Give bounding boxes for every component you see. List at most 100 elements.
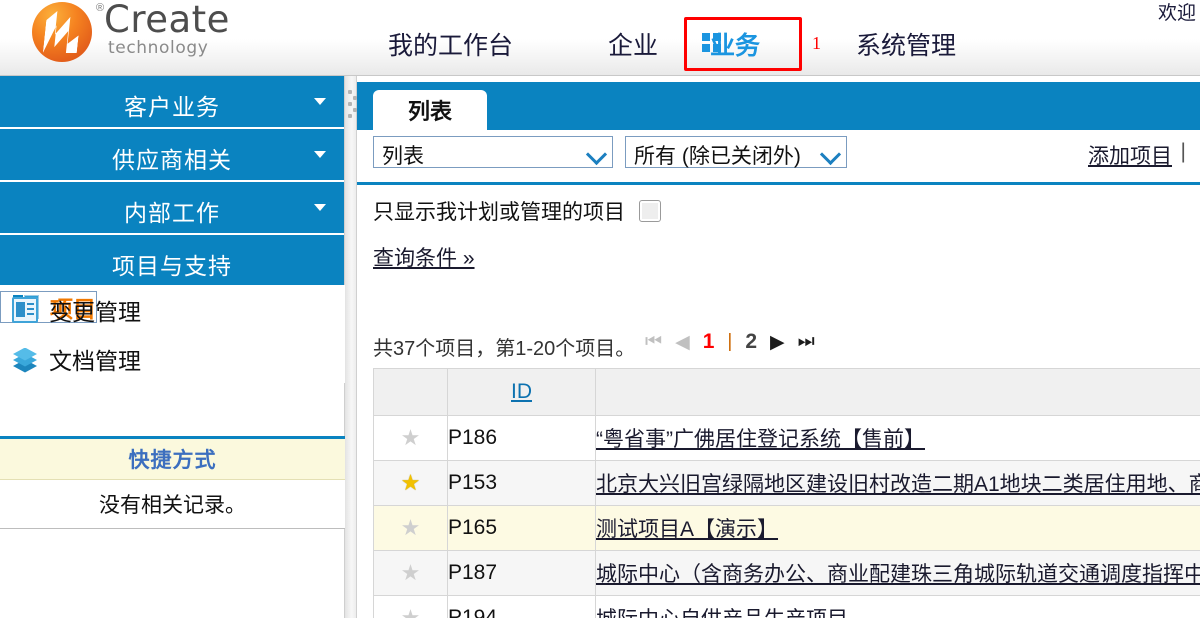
chevron-down-icon bbox=[314, 151, 326, 158]
document-management-icon bbox=[12, 346, 38, 373]
status-select[interactable]: 所有 (除已关闭外) bbox=[625, 136, 847, 168]
sidebar-item-document-management[interactable]: 文档管理 bbox=[0, 334, 345, 383]
star-icon[interactable]: ★ bbox=[401, 561, 421, 584]
my-projects-checkbox-label: 只显示我计划或管理的项目 bbox=[373, 201, 625, 224]
favorite-cell[interactable]: ★ bbox=[373, 460, 448, 506]
item-count-text: 共37个项目，第1-20个项目。 bbox=[373, 338, 636, 360]
shortcut-panel-title: 快捷方式 bbox=[128, 449, 217, 472]
sidebar-group-label: 项目与支持 bbox=[112, 253, 232, 279]
project-name-link[interactable]: 城际中心自供产品生产项目 bbox=[597, 608, 849, 618]
next-page-icon[interactable]: ▶ bbox=[770, 331, 785, 354]
favorite-cell[interactable]: ★ bbox=[373, 550, 448, 596]
shortcut-panel: 快捷方式 没有相关记录。 bbox=[0, 436, 345, 529]
cell-name[interactable]: 测试项目A【演示】 bbox=[595, 505, 1200, 551]
star-icon[interactable]: ★ bbox=[401, 516, 421, 539]
table-row[interactable]: ★ P165 测试项目A【演示】 bbox=[373, 505, 1200, 551]
sidebar-group-label: 客户业务 bbox=[124, 94, 220, 120]
annotation-number-1: 1 bbox=[812, 33, 821, 53]
star-icon[interactable]: ★ bbox=[401, 471, 421, 494]
pager-separator: | bbox=[727, 331, 733, 352]
left-sidebar: 客户业务 供应商相关 内部工作 项目与支持 项目 变更管理 文档管理 快捷方式 … bbox=[0, 76, 345, 618]
registered-trademark-icon: ® bbox=[96, 2, 105, 14]
sidebar-group-label: 供应商相关 bbox=[112, 147, 232, 173]
top-header-bar: ® Create technology 我的工作台 企业 业务 系统管理 欢迎 bbox=[0, 0, 1200, 76]
shortcut-empty-message: 没有相关记录。 bbox=[99, 494, 246, 517]
cell-name[interactable]: 城际中心自供产品生产项目 bbox=[595, 595, 1200, 618]
chevron-down-icon bbox=[314, 98, 326, 105]
cell-id: P194 bbox=[447, 595, 596, 618]
main-content: 列表 列表 所有 (除已关闭外) 添加项目 | 只显示我计划或管理的项目 查询条… bbox=[357, 76, 1200, 618]
project-name-link[interactable]: 测试项目A【演示】 bbox=[597, 518, 779, 541]
column-header-id-label: ID bbox=[511, 380, 532, 403]
project-table: ID 名称 ★ P186 “粤省事”广佛居住登记系统【售前】 ★ P153 北京… bbox=[373, 368, 1200, 618]
first-page-icon: ⏮ bbox=[645, 331, 663, 352]
sidebar-group-project-and-support[interactable]: 项目与支持 bbox=[0, 235, 344, 288]
nav-item-business[interactable]: 业务 bbox=[710, 26, 760, 62]
favorite-cell[interactable]: ★ bbox=[373, 595, 448, 618]
table-row[interactable]: ★ P186 “粤省事”广佛居住登记系统【售前】 bbox=[373, 415, 1200, 461]
sidebar-group-customer-business[interactable]: 客户业务 bbox=[0, 76, 344, 129]
page-1[interactable]: 1 bbox=[703, 330, 715, 354]
table-header-row: ID 名称 bbox=[373, 368, 1200, 416]
shortcut-panel-body: 没有相关记录。 bbox=[0, 480, 345, 529]
toolbar-separator: | bbox=[1180, 140, 1186, 163]
application-window: ® Create technology 我的工作台 企业 业务 系统管理 欢迎 … bbox=[0, 0, 1200, 618]
sidebar-group-supplier-related[interactable]: 供应商相关 bbox=[0, 129, 344, 182]
cell-name[interactable]: 北京大兴旧宫绿隔地区建设旧村改造二期A1地块二类居住用地、商 bbox=[595, 460, 1200, 506]
chevron-down-icon bbox=[589, 147, 604, 156]
table-row[interactable]: ★ P187 城际中心（含商务办公、商业配建珠三角城际轨道交通调度指挥中 bbox=[373, 550, 1200, 596]
cell-id: P165 bbox=[447, 505, 596, 551]
brand-name: Create bbox=[104, 0, 230, 41]
chevron-down-icon bbox=[823, 147, 838, 156]
welcome-text: 欢迎 bbox=[1157, 3, 1196, 24]
sidebar-item-change-management[interactable]: 变更管理 bbox=[0, 285, 345, 334]
add-project-link[interactable]: 添加项目 bbox=[1088, 140, 1172, 170]
brand-subtitle: technology bbox=[108, 38, 209, 58]
cell-id: P187 bbox=[447, 550, 596, 596]
cell-name[interactable]: “粤省事”广佛居住登记系统【售前】 bbox=[595, 415, 1200, 461]
pager: ⏮ ◀ 1 | 2 ▶ ⏭ bbox=[645, 330, 815, 354]
sidebar-item-label: 变更管理 bbox=[49, 298, 141, 325]
tab-strip: 列表 bbox=[357, 82, 1200, 130]
view-select[interactable]: 列表 bbox=[373, 136, 613, 168]
sidebar-item-label: 文档管理 bbox=[49, 347, 141, 374]
column-header-name[interactable]: 名称 bbox=[595, 368, 1200, 416]
prev-page-icon: ◀ bbox=[675, 331, 690, 353]
column-header-id[interactable]: ID bbox=[447, 368, 596, 416]
pagination-bar: 共37个项目，第1-20个项目。 ⏮ ◀ 1 | 2 ▶ ⏭ bbox=[357, 330, 1200, 364]
sidebar-group-label: 内部工作 bbox=[124, 200, 220, 226]
cell-id: P186 bbox=[447, 415, 596, 461]
nav-item-my-workbench[interactable]: 我的工作台 bbox=[388, 26, 513, 62]
table-row[interactable]: ★ P194 城际中心自供产品生产项目 bbox=[373, 595, 1200, 618]
sidebar-group-internal-work[interactable]: 内部工作 bbox=[0, 182, 344, 235]
my-projects-checkbox[interactable] bbox=[639, 200, 661, 222]
change-management-icon bbox=[12, 296, 38, 323]
star-icon[interactable]: ★ bbox=[401, 426, 421, 449]
logo-mark-icon bbox=[32, 2, 92, 62]
filter-bar: 列表 所有 (除已关闭外) 添加项目 | bbox=[357, 130, 1200, 185]
column-header-star bbox=[373, 368, 448, 416]
splitter-grip-icon bbox=[348, 90, 357, 124]
brand-logo[interactable]: ® Create technology bbox=[28, 0, 248, 68]
query-conditions-link[interactable]: 查询条件 » bbox=[373, 242, 475, 272]
sidebar-splitter[interactable] bbox=[345, 76, 357, 618]
tab-list[interactable]: 列表 bbox=[373, 90, 487, 130]
status-select-value: 所有 (除已关闭外) bbox=[634, 145, 801, 168]
view-select-value: 列表 bbox=[382, 145, 424, 168]
project-name-link[interactable]: “粤省事”广佛居住登记系统【售前】 bbox=[597, 428, 926, 451]
last-page-icon[interactable]: ⏭ bbox=[798, 331, 815, 353]
table-row[interactable]: ★ P153 北京大兴旧宫绿隔地区建设旧村改造二期A1地块二类居住用地、商 bbox=[373, 460, 1200, 506]
star-icon[interactable]: ★ bbox=[401, 606, 421, 618]
tab-label: 列表 bbox=[407, 99, 452, 124]
shortcut-panel-header: 快捷方式 bbox=[0, 439, 345, 480]
project-name-link[interactable]: 城际中心（含商务办公、商业配建珠三角城际轨道交通调度指挥中 bbox=[597, 563, 1200, 586]
favorite-cell[interactable]: ★ bbox=[373, 505, 448, 551]
nav-item-enterprise[interactable]: 企业 bbox=[608, 26, 658, 62]
my-projects-filter-row: 只显示我计划或管理的项目 bbox=[357, 188, 1200, 234]
cell-name[interactable]: 城际中心（含商务办公、商业配建珠三角城际轨道交通调度指挥中 bbox=[595, 550, 1200, 596]
chevron-down-icon bbox=[314, 204, 326, 211]
project-name-link[interactable]: 北京大兴旧宫绿隔地区建设旧村改造二期A1地块二类居住用地、商 bbox=[597, 473, 1200, 496]
page-2[interactable]: 2 bbox=[745, 330, 757, 354]
favorite-cell[interactable]: ★ bbox=[373, 415, 448, 461]
nav-item-system-management[interactable]: 系统管理 bbox=[856, 26, 956, 62]
